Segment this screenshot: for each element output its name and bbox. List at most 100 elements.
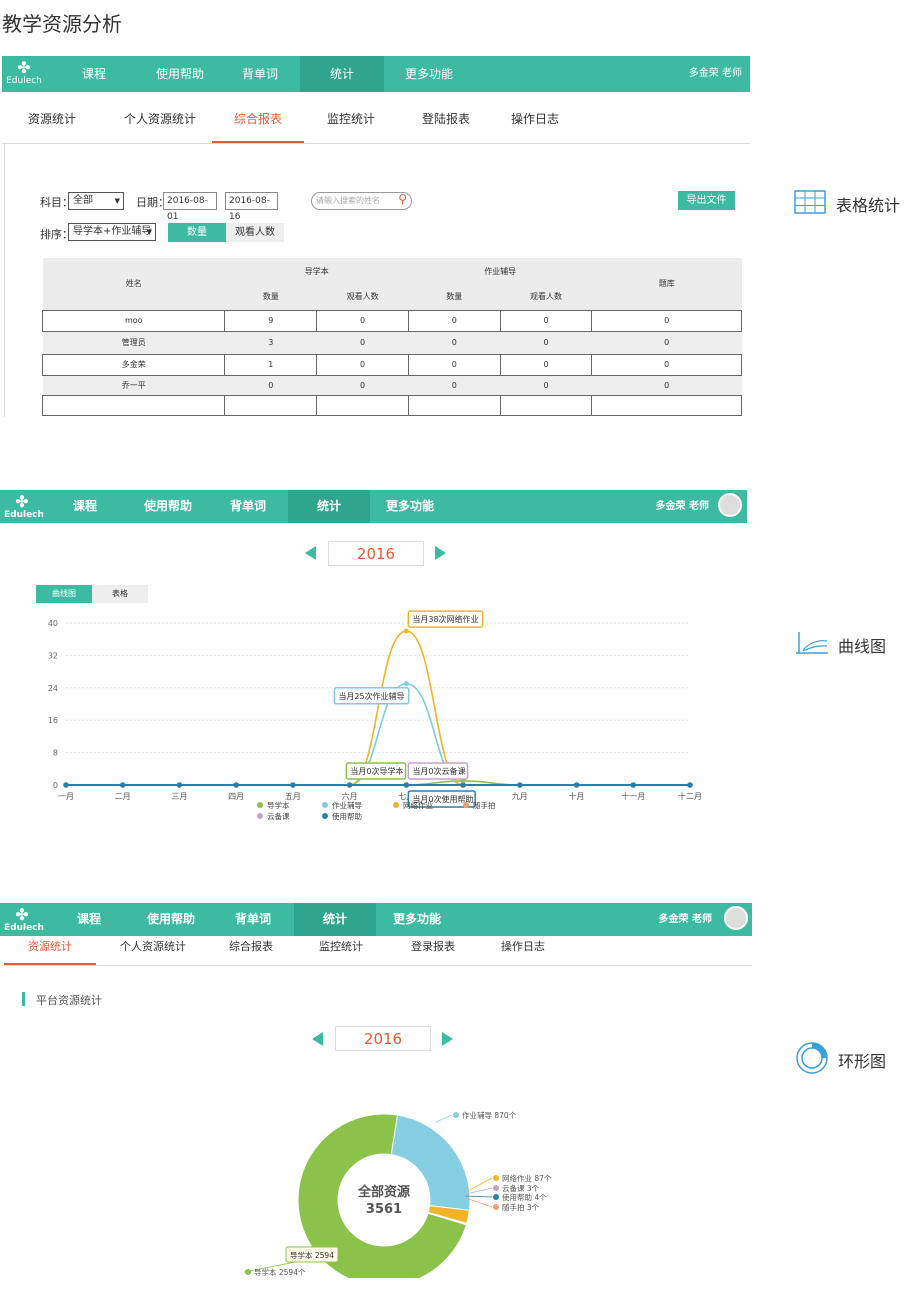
prev-year-arrow-icon[interactable]: [305, 546, 316, 560]
sub-viewers-header: 观看人数: [346, 292, 379, 302]
view-tab-table[interactable]: 表格: [92, 585, 148, 603]
tab-operation-log[interactable]: 操作日志: [490, 938, 556, 965]
nav-item-help[interactable]: 使用帮助: [144, 56, 216, 92]
year-display: 2016: [328, 541, 424, 566]
data-point: [630, 782, 637, 788]
col-bank-header: 题库: [658, 279, 675, 289]
table-row: 乔一平 0 0 0 0 0: [42, 375, 742, 395]
logo[interactable]: ✤ Edulech: [4, 906, 44, 936]
slice-label: 作业辅导 870个: [462, 1110, 517, 1120]
subject-select[interactable]: 全部 ▼: [68, 192, 124, 210]
tab-resource-stats[interactable]: 资源统计: [4, 938, 96, 965]
tab-monitor-stats[interactable]: 监控统计: [318, 110, 384, 143]
date-from-input[interactable]: 2016-08-01: [163, 192, 217, 222]
tab-operation-log[interactable]: 操作日志: [500, 110, 570, 143]
peak-point: [403, 681, 409, 687]
line-chart-icon: [796, 632, 828, 654]
y-tick-label: 0: [53, 781, 58, 790]
donut-chart-icon: [796, 1042, 828, 1074]
nav-item-help[interactable]: 使用帮助: [138, 903, 204, 936]
avatar[interactable]: [718, 493, 742, 517]
tooltip-text: 导学本 2594: [290, 1250, 334, 1260]
y-tick-label: 16: [48, 716, 58, 725]
slice-label: 随手拍 3个: [502, 1202, 540, 1212]
tab-resource-stats[interactable]: 资源统计: [16, 110, 88, 143]
user-name[interactable]: 多金荣 老师: [659, 903, 712, 936]
data-point: [403, 782, 410, 788]
tooltip-text: 当月38次网络作业: [412, 614, 478, 624]
tab-login-report[interactable]: 登录报表: [400, 938, 466, 965]
nav-item-vocabulary[interactable]: 背单词: [224, 903, 282, 936]
avatar[interactable]: [724, 906, 748, 930]
top-navbar: ✤ Edulech 课程 使用帮助 背单词 统计 更多功能 多金荣 老师: [2, 56, 750, 92]
user-name[interactable]: 多金荣 老师: [689, 56, 742, 92]
nav-item-more[interactable]: 更多功能: [386, 903, 448, 936]
donut-center-total: 3561: [366, 1202, 402, 1217]
nav-item-course[interactable]: 课程: [60, 903, 118, 936]
peak-point: [403, 628, 409, 634]
tab-personal-stats[interactable]: 个人资源统计: [108, 938, 198, 965]
nav-item-course[interactable]: 课程: [64, 56, 124, 92]
donut-center-label: 全部资源: [357, 1184, 410, 1200]
tab-monitor-stats[interactable]: 监控统计: [308, 938, 374, 965]
nav-item-more[interactable]: 更多功能: [394, 56, 464, 92]
name-search-input[interactable]: 请输入搜索的姓名 ⚲: [311, 192, 412, 210]
sort-select[interactable]: 导学本+作业辅导 ▼: [68, 223, 156, 241]
table-row: 多金荣 1 0 0 0 0: [41, 353, 742, 376]
view-tab-line[interactable]: 曲线图: [36, 585, 92, 603]
y-tick-label: 8: [53, 749, 58, 758]
toggle-viewers-button[interactable]: 观看人数: [226, 223, 284, 242]
date-to-input[interactable]: 2016-08-16: [225, 192, 278, 222]
nav-item-vocabulary[interactable]: 背单词: [230, 56, 290, 92]
toggle-count-button[interactable]: 数量: [168, 223, 226, 242]
export-button[interactable]: 导出文件: [678, 191, 735, 210]
table-row: 管理员 3 0 0 0 0: [42, 331, 742, 354]
prev-year-arrow-icon[interactable]: [312, 1032, 323, 1046]
tab-composite-report[interactable]: 综合报表: [212, 110, 304, 143]
dropdown-arrow-icon: ▼: [146, 228, 152, 236]
legend-marker: [393, 802, 399, 808]
maple-leaf-icon: ✤: [15, 492, 29, 511]
nav-item-course[interactable]: 课程: [56, 490, 114, 523]
label-marker: [453, 1112, 459, 1118]
line-chart: 0816243240一月二月三月四月五月六月七月八月九月十月十一月十二月当月38…: [48, 610, 702, 821]
legend-marker: [257, 802, 263, 808]
legend-marker: [463, 802, 469, 808]
maple-leaf-icon: ✤: [17, 58, 31, 77]
label-leader: [465, 1177, 493, 1193]
data-point: [346, 782, 353, 788]
nav-item-more[interactable]: 更多功能: [380, 490, 440, 523]
data-point: [573, 782, 580, 788]
nav-item-statistics[interactable]: 统计: [294, 903, 376, 936]
tab-login-report[interactable]: 登陆报表: [410, 110, 482, 143]
nav-item-vocabulary[interactable]: 背单词: [220, 490, 276, 523]
nav-item-statistics[interactable]: 统计: [300, 56, 384, 92]
sub-tabs: 资源统计 个人资源统计 综合报表 监控统计 登录报表 操作日志: [2, 938, 752, 966]
sub-count-header: 数量: [262, 292, 279, 302]
nav-item-help[interactable]: 使用帮助: [136, 490, 200, 523]
slice-label: 网络作业 87个: [502, 1173, 552, 1183]
legend-label: 使用帮助: [332, 811, 362, 821]
logo[interactable]: ✤ Edulech: [6, 59, 42, 89]
slice-label: 导学本 2594个: [254, 1267, 306, 1277]
year-display: 2016: [335, 1026, 431, 1051]
user-name[interactable]: 多金荣 老师: [656, 490, 709, 523]
data-point: [176, 782, 183, 788]
label-marker: [493, 1204, 499, 1210]
legend-marker: [322, 802, 328, 808]
logo[interactable]: ✤ Edulech: [4, 492, 44, 523]
legend-label: 作业辅导: [332, 800, 362, 810]
legend-label: 导学本: [267, 800, 290, 810]
panel-left-border: [4, 145, 5, 417]
tab-composite-report[interactable]: 综合报表: [218, 938, 284, 965]
section-title: 平台资源统计: [36, 994, 102, 1007]
next-year-arrow-icon[interactable]: [435, 546, 446, 560]
search-icon[interactable]: ⚲: [398, 191, 407, 207]
x-tick-label: 十一月: [621, 791, 645, 801]
top-navbar: ✤ Edulech 课程 使用帮助 背单词 统计 更多功能 多金荣 老师: [0, 490, 747, 523]
legend-label: 网络作业: [403, 800, 433, 810]
tab-personal-stats[interactable]: 个人资源统计: [112, 110, 208, 143]
nav-item-statistics[interactable]: 统计: [288, 490, 370, 523]
next-year-arrow-icon[interactable]: [442, 1032, 453, 1046]
x-tick-label: 五月: [285, 792, 301, 801]
